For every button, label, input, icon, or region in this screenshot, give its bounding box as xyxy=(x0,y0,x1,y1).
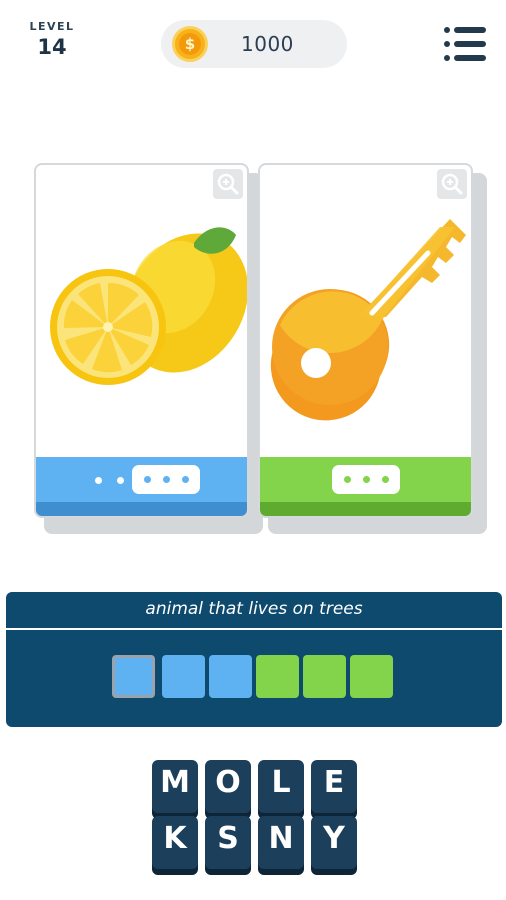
letter-tile[interactable]: M xyxy=(152,760,198,813)
answer-slot[interactable] xyxy=(209,655,252,698)
answer-slot[interactable] xyxy=(162,655,205,698)
clue-bar: animal that lives on trees xyxy=(6,592,502,628)
letter-tile[interactable]: S xyxy=(205,816,251,869)
menu-button[interactable] xyxy=(444,27,486,61)
answer-slot[interactable] xyxy=(256,655,299,698)
level-number: 14 xyxy=(37,35,67,59)
level-label: LEVEL xyxy=(29,20,75,33)
letter-count-box xyxy=(132,465,200,494)
coin-icon: $ xyxy=(172,26,208,62)
answer-slot[interactable] xyxy=(303,655,346,698)
zoom-button[interactable] xyxy=(213,169,243,199)
zoom-icon xyxy=(217,173,239,195)
clue-text: animal that lives on trees xyxy=(145,599,363,619)
answer-area xyxy=(6,630,502,727)
coin-amount: 1000 xyxy=(241,32,294,56)
answer-slot[interactable] xyxy=(112,655,155,698)
letter-tile[interactable]: O xyxy=(205,760,251,813)
picture-card-lemon[interactable] xyxy=(34,163,249,518)
menu-icon xyxy=(444,27,486,33)
zoom-button[interactable] xyxy=(437,169,467,199)
picture-card-key[interactable] xyxy=(258,163,473,518)
level-indicator: LEVEL 14 xyxy=(22,20,82,59)
word-length-strip xyxy=(36,457,247,516)
letter-tile[interactable]: E xyxy=(311,760,357,813)
key-image xyxy=(270,219,466,421)
zoom-icon xyxy=(441,173,463,195)
letter-tile[interactable]: L xyxy=(258,760,304,813)
answer-slot[interactable] xyxy=(350,655,393,698)
word-length-strip xyxy=(260,457,471,516)
lemon-image xyxy=(50,227,247,385)
coin-balance[interactable]: $ 1000 xyxy=(161,20,347,68)
letter-tile[interactable]: K xyxy=(152,816,198,869)
letter-tile[interactable]: N xyxy=(258,816,304,869)
letter-tile[interactable]: Y xyxy=(311,816,357,869)
letter-count-box xyxy=(332,465,400,494)
